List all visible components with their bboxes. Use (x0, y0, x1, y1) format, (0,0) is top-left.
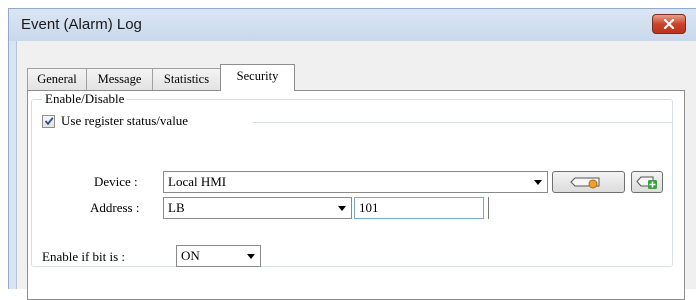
address-type-value: LB (168, 200, 185, 215)
window-title: Event (Alarm) Log (21, 16, 142, 33)
tab-message[interactable]: Message (86, 68, 153, 90)
address-number-input[interactable]: 101 (354, 197, 484, 219)
device-select-value: Local HMI (168, 174, 227, 189)
title-bar: Event (Alarm) Log (9, 9, 696, 41)
tab-statistics-label: Statistics (163, 72, 210, 86)
tab-statistics[interactable]: Statistics (152, 68, 221, 90)
divider-line (253, 122, 673, 123)
checkmark-icon (44, 117, 54, 126)
group-title: Enable/Disable (42, 91, 128, 107)
enable-if-select[interactable]: ON (176, 245, 261, 267)
checkbox-box[interactable] (42, 114, 55, 128)
address-label: Address : (90, 200, 140, 215)
chevron-down-icon (338, 206, 346, 211)
tab-message-label: Message (97, 72, 142, 86)
address-field-divider (488, 197, 489, 219)
tab-security-label: Security (236, 69, 279, 83)
tab-security[interactable]: Security (220, 64, 295, 91)
dialog-window: Event (Alarm) Log General Message Statis… (8, 8, 696, 300)
address-type-select[interactable]: LB (163, 197, 352, 219)
dialog-body: General Message Statistics Security Enab… (16, 41, 696, 300)
tab-general-label: General (37, 72, 77, 86)
tab-general[interactable]: General (27, 68, 87, 90)
close-button[interactable] (652, 14, 686, 34)
use-register-label: Use register status/value (61, 113, 189, 128)
close-icon (663, 19, 675, 29)
address-number-value: 101 (359, 200, 379, 215)
device-select[interactable]: Local HMI (163, 171, 548, 193)
device-label: Device : (94, 174, 138, 189)
enable-if-value: ON (181, 248, 200, 263)
device-settings-button[interactable] (552, 171, 625, 193)
chevron-down-icon (247, 254, 255, 259)
use-register-checkbox[interactable]: Use register status/value (42, 113, 188, 129)
enable-if-label: Enable if bit is : (42, 249, 126, 264)
chevron-down-icon (534, 180, 542, 185)
tag-add-icon (636, 176, 657, 189)
tag-settings-icon (569, 177, 599, 189)
device-add-button[interactable] (631, 171, 663, 193)
